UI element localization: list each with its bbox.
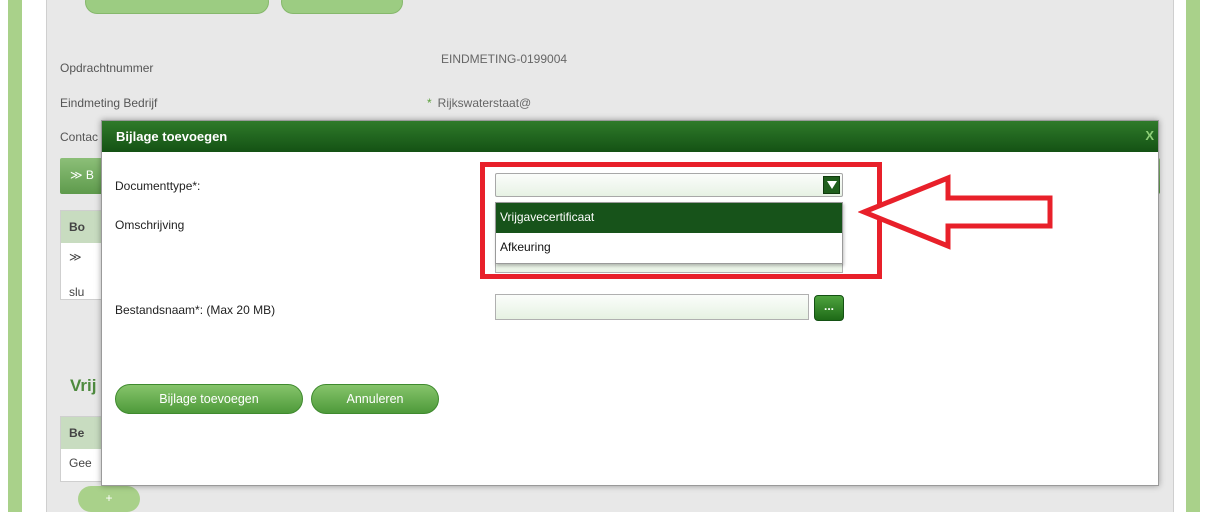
- bestandsnaam-label: Bestandsnaam*: (Max 20 MB): [115, 303, 276, 317]
- top-action-button-1[interactable]: [85, 0, 269, 14]
- close-icon[interactable]: X: [1145, 128, 1154, 143]
- eindmeting-bedrijf-value: * Rijkswaterstaat@: [427, 96, 532, 110]
- contact-label: Contac: [60, 130, 99, 144]
- page-frame-right: [1186, 0, 1200, 512]
- page-frame-left: [8, 0, 22, 512]
- dialog-header: Bijlage toevoegen X: [102, 121, 1158, 152]
- required-star-icon: *: [427, 96, 432, 110]
- bestandsnaam-input[interactable]: [495, 294, 809, 320]
- top-action-button-2[interactable]: [281, 0, 403, 14]
- section-heading: Vrij: [70, 376, 97, 395]
- annotation-arrow-icon: [858, 174, 1053, 250]
- opdrachtnummer-value: EINDMETING-0199004: [441, 52, 568, 66]
- annotation-highlight-box: [480, 162, 882, 279]
- omschrijving-label: Omschrijving: [115, 218, 185, 232]
- add-row-button[interactable]: +: [78, 486, 140, 512]
- eindmeting-bedrijf-label: Eindmeting Bedrijf: [60, 96, 158, 110]
- browse-file-button[interactable]: ...: [814, 295, 844, 321]
- cancel-button[interactable]: Annuleren: [311, 384, 439, 414]
- add-attachment-button[interactable]: Bijlage toevoegen: [115, 384, 303, 414]
- opdrachtnummer-label: Opdrachtnummer: [60, 61, 154, 75]
- dialog-title: Bijlage toevoegen: [116, 129, 228, 144]
- documenttype-label: Documenttype*:: [115, 179, 201, 193]
